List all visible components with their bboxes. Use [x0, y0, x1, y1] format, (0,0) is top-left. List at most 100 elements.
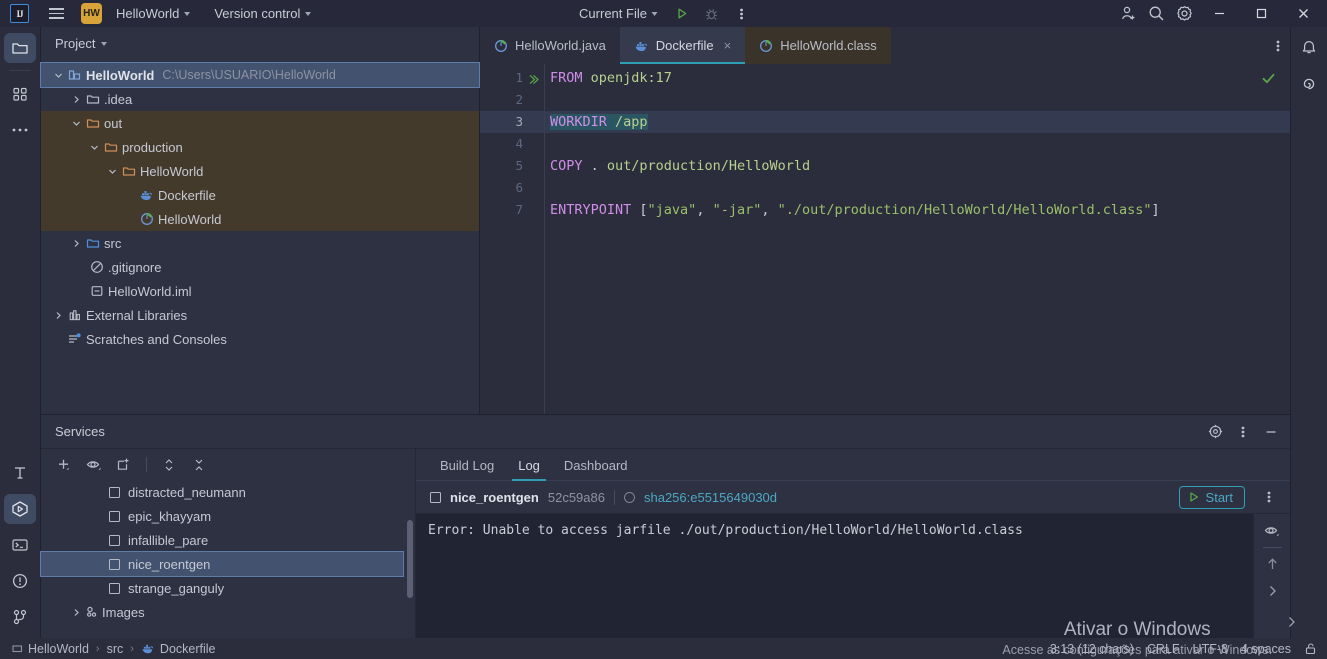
list-item-container[interactable]: infallible_pare	[41, 528, 415, 552]
tree-item-iml[interactable]: HelloWorld.iml	[41, 279, 479, 303]
tree-item-scratches[interactable]: Scratches and Consoles	[41, 327, 479, 351]
new-container-button[interactable]	[111, 454, 137, 476]
unlocked-icon[interactable]	[1304, 642, 1317, 655]
container-status-checkbox[interactable]	[109, 582, 120, 594]
start-container-button[interactable]: Start	[1178, 485, 1245, 509]
tab-log[interactable]: Log	[506, 458, 552, 481]
container-status-checkbox[interactable]	[430, 491, 441, 503]
tab-helloworld-class[interactable]: HelloWorld.class	[745, 27, 891, 64]
tree-item-src[interactable]: src	[41, 231, 479, 255]
project-badge[interactable]: HW	[81, 3, 102, 24]
caret-position[interactable]: 3:13 (12 chars)	[1050, 642, 1134, 656]
list-item-container[interactable]: distracted_neumann	[41, 480, 415, 504]
maximize-icon[interactable]	[1241, 0, 1281, 27]
tree-item-production[interactable]: production	[41, 135, 479, 159]
breadcrumb-item-project[interactable]: HelloWorld	[12, 642, 89, 656]
log-output-console[interactable]: Error: Unable to access jarfile ./out/pr…	[416, 514, 1290, 639]
container-status-checkbox[interactable]	[109, 486, 120, 498]
tree-item-helloworld-class[interactable]: HelloWorld	[41, 207, 479, 231]
sidebar-item-more[interactable]	[4, 115, 36, 145]
line-separator[interactable]: CRLF	[1147, 642, 1180, 656]
run-configuration-selector[interactable]: Current File	[572, 3, 665, 25]
ai-assistant-spiral-icon[interactable]	[1293, 69, 1325, 99]
show-hide-button[interactable]	[81, 454, 107, 476]
tree-item-out-helloworld[interactable]: HelloWorld	[41, 159, 479, 183]
file-encoding[interactable]: UTF-8	[1193, 642, 1228, 656]
tab-build-log[interactable]: Build Log	[428, 458, 506, 480]
tree-item-out[interactable]: out	[41, 111, 479, 135]
minimize-icon[interactable]	[1199, 0, 1239, 27]
chevron-down-icon[interactable]	[69, 119, 83, 128]
chevron-down-icon[interactable]	[105, 167, 119, 176]
tree-item-helloworld-root[interactable]: HelloWorld C:\Users\USUARIO\HelloWorld	[40, 62, 480, 88]
code-line: WORKDIR /app	[545, 111, 1290, 133]
folder-blue-icon	[83, 236, 102, 250]
watermark-expand-chevron-icon[interactable]	[1273, 607, 1310, 637]
code-content[interactable]: FROM openjdk:17 WORKDIR /app COPY . out/…	[544, 64, 1290, 414]
chevron-right-icon[interactable]	[69, 608, 83, 617]
services-more-icon[interactable]	[1230, 421, 1256, 443]
tab-dockerfile[interactable]: Dockerfile ×	[619, 27, 746, 64]
close-tab-icon[interactable]: ×	[724, 38, 732, 53]
services-list-scrollbar[interactable]	[407, 520, 413, 598]
soft-wrap-eye-icon[interactable]	[1259, 520, 1285, 542]
chevron-down-icon[interactable]	[51, 71, 65, 80]
editor-tabs-more[interactable]	[1276, 27, 1290, 64]
tree-item-dockerfile[interactable]: Dockerfile	[41, 183, 479, 207]
image-sha-link[interactable]: sha256:e5515649030d	[644, 490, 777, 505]
project-name-dropdown[interactable]: HelloWorld	[109, 3, 197, 25]
chevron-down-icon[interactable]	[87, 143, 101, 152]
sidebar-item-build[interactable]	[4, 458, 36, 488]
chevron-right-icon[interactable]	[51, 311, 65, 320]
scroll-to-top-arrow-icon[interactable]	[1259, 553, 1285, 575]
breadcrumb-label: HelloWorld	[28, 641, 89, 656]
title-bar-right	[1115, 0, 1327, 27]
services-settings-icon[interactable]	[1202, 421, 1228, 443]
run-button[interactable]	[669, 3, 695, 25]
indent-setting[interactable]: 4 spaces	[1241, 642, 1291, 656]
hamburger-menu-icon[interactable]	[45, 0, 67, 27]
notifications-bell-icon[interactable]	[1293, 33, 1325, 63]
sidebar-item-version-control[interactable]	[4, 602, 36, 632]
collapse-all-button[interactable]	[186, 454, 212, 476]
breadcrumb-item-src[interactable]: src	[107, 642, 124, 656]
expand-panel-chevron-right-icon[interactable]	[1259, 580, 1285, 602]
sidebar-item-problems[interactable]	[4, 566, 36, 596]
status-bar-right: 3:13 (12 chars) CRLF UTF-8 4 spaces	[1050, 642, 1327, 656]
add-service-button[interactable]	[51, 454, 77, 476]
container-status-checkbox[interactable]	[109, 558, 120, 570]
tree-item-idea[interactable]: .idea	[41, 87, 479, 111]
tree-item-gitignore[interactable]: .gitignore	[41, 255, 479, 279]
sidebar-item-services[interactable]	[4, 494, 36, 524]
breadcrumb-item-dockerfile[interactable]: Dockerfile	[141, 642, 216, 656]
add-account-icon[interactable]	[1115, 3, 1141, 25]
list-item-container[interactable]: strange_ganguly	[41, 576, 415, 600]
chevron-right-icon[interactable]	[69, 239, 83, 248]
expand-collapse-button[interactable]	[156, 454, 182, 476]
sidebar-item-terminal[interactable]	[4, 530, 36, 560]
container-more-icon[interactable]	[1256, 486, 1282, 508]
close-icon[interactable]	[1283, 0, 1323, 27]
container-status-checkbox[interactable]	[109, 510, 120, 522]
chevron-right-icon[interactable]	[69, 95, 83, 104]
chevron-down-icon[interactable]	[101, 42, 108, 46]
run-line-icon[interactable]	[527, 71, 540, 85]
code-editor[interactable]: 1 2 3 4 5 6 7 FROM openjdk:17 WORKDIR /a…	[480, 64, 1290, 414]
search-icon[interactable]	[1143, 3, 1169, 25]
more-actions-button[interactable]	[729, 3, 755, 25]
inspection-ok-check-icon[interactable]	[1261, 71, 1276, 90]
sidebar-item-structure[interactable]	[4, 79, 36, 109]
list-item-images[interactable]: Images	[41, 600, 415, 624]
version-control-dropdown[interactable]: Version control	[207, 3, 318, 25]
tree-item-external-libraries[interactable]: External Libraries	[41, 303, 479, 327]
tab-dashboard[interactable]: Dashboard	[552, 458, 640, 480]
container-status-checkbox[interactable]	[109, 534, 120, 546]
debug-button[interactable]	[699, 3, 725, 25]
tab-helloworld-java[interactable]: HelloWorld.java	[480, 27, 620, 64]
sidebar-item-project[interactable]	[4, 33, 36, 63]
list-item-container-selected[interactable]: nice_roentgen	[40, 551, 404, 577]
services-minimize-icon[interactable]	[1258, 421, 1284, 443]
settings-gear-icon[interactable]	[1171, 3, 1197, 25]
list-item-container[interactable]: epic_khayyam	[41, 504, 415, 528]
container-label: distracted_neumann	[128, 484, 246, 500]
